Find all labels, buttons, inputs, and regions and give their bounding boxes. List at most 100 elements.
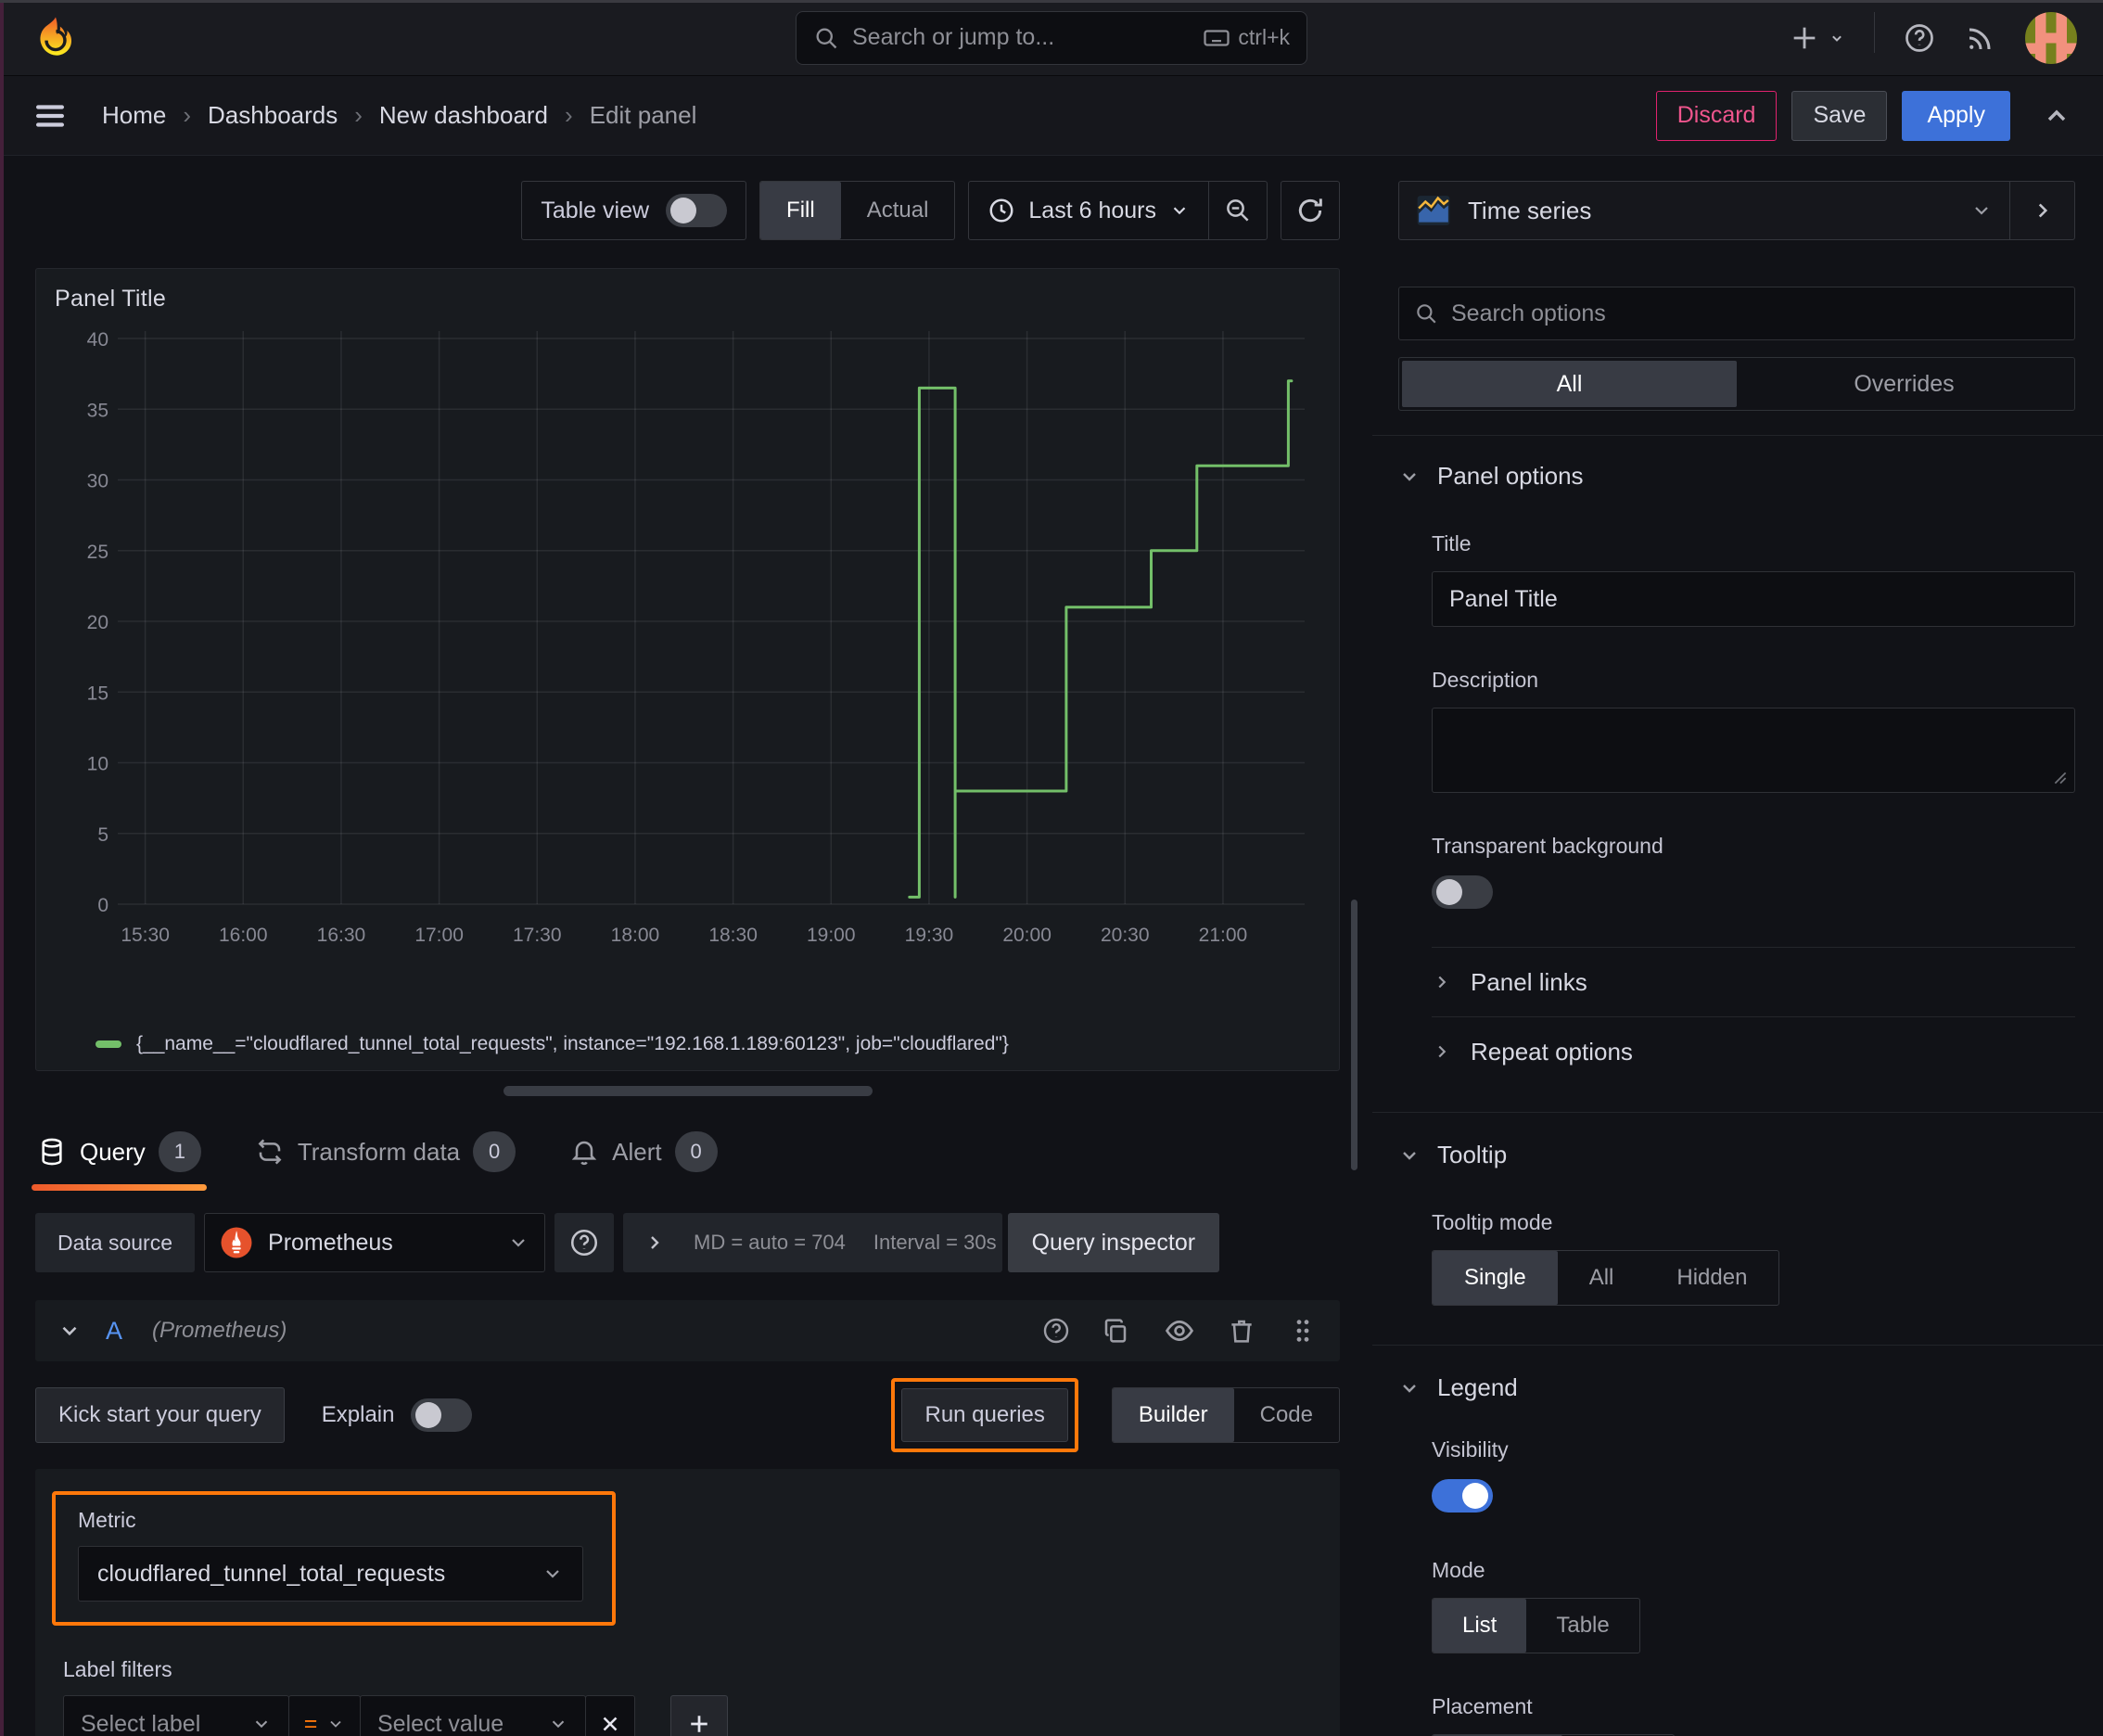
builder-option[interactable]: Builder	[1112, 1388, 1234, 1442]
search-icon	[1414, 301, 1438, 326]
metric-label: Metric	[78, 1508, 136, 1532]
tab-overrides[interactable]: Overrides	[1737, 361, 2071, 407]
query-row-header[interactable]: A (Prometheus)	[35, 1300, 1340, 1361]
svg-text:10: 10	[87, 754, 108, 775]
select-label-placeholder: Select label	[81, 1710, 201, 1736]
datasource-picker[interactable]: Prometheus	[204, 1213, 546, 1272]
news-icon[interactable]	[1964, 21, 1997, 55]
window-edge-top	[0, 0, 2103, 3]
tooltip-header[interactable]: Tooltip	[1398, 1141, 2075, 1169]
options-search-input[interactable]	[1451, 300, 2059, 327]
legend-table-option[interactable]: Table	[1526, 1599, 1638, 1653]
svg-text:20:00: 20:00	[1002, 925, 1052, 946]
chevron-down-icon	[251, 1714, 272, 1734]
svg-text:16:30: 16:30	[317, 925, 366, 946]
legend-series-marker[interactable]	[96, 1040, 121, 1048]
chevron-right-icon	[1432, 1041, 1452, 1062]
legend-header[interactable]: Legend	[1398, 1373, 2075, 1402]
help-icon[interactable]	[1903, 21, 1936, 55]
chevron-down-icon	[1398, 1377, 1421, 1399]
panel-title-input[interactable]	[1449, 585, 2058, 613]
fill-option[interactable]: Fill	[760, 182, 841, 239]
refresh-button[interactable]	[1281, 181, 1340, 240]
query-options-strip[interactable]: MD = auto = 704 Interval = 30s	[623, 1213, 1002, 1272]
time-range-button[interactable]: Last 6 hours	[969, 182, 1208, 239]
panel-links-section[interactable]: Panel links	[1398, 948, 2075, 1016]
svg-text:19:00: 19:00	[807, 925, 856, 946]
actual-option[interactable]: Actual	[841, 182, 955, 239]
time-series-chart[interactable]: 0 5 10 15 20 25 30 35 40 15:30 16:00 16:30 17:00 17:3…	[55, 316, 1322, 1028]
editor-resize-handle[interactable]	[503, 1086, 873, 1096]
hide-query-icon[interactable]	[1164, 1315, 1195, 1347]
legend-visibility-toggle[interactable]	[1432, 1479, 1493, 1513]
panel-options-header[interactable]: Panel options	[1398, 462, 2075, 491]
global-search-input[interactable]	[852, 24, 1191, 51]
tab-transform[interactable]: Transform data 0	[253, 1122, 517, 1181]
breadcrumb-new-dashboard[interactable]: New dashboard	[379, 101, 548, 130]
chevron-down-icon	[542, 1563, 564, 1585]
options-tabs: All Overrides	[1398, 357, 2075, 411]
explain-toggle[interactable]	[411, 1398, 473, 1432]
menu-icon[interactable]	[32, 97, 69, 134]
delete-query-icon[interactable]	[1227, 1316, 1256, 1346]
viz-type-button[interactable]: Time series	[1399, 182, 2009, 239]
kick-start-button[interactable]: Kick start your query	[35, 1387, 285, 1443]
breadcrumb-home[interactable]: Home	[102, 101, 166, 130]
clock-icon	[988, 197, 1015, 224]
tab-transform-label: Transform data	[297, 1137, 461, 1166]
description-textarea[interactable]	[1432, 708, 2075, 793]
tooltip-all-option[interactable]: All	[1558, 1251, 1646, 1305]
tab-query[interactable]: Query 1	[32, 1122, 207, 1191]
run-queries-button[interactable]: Run queries	[901, 1388, 1068, 1442]
query-help-icon[interactable]	[1041, 1316, 1071, 1346]
table-view-toggle[interactable]	[666, 194, 728, 227]
discard-button[interactable]: Discard	[1655, 90, 1778, 141]
apply-button[interactable]: Apply	[1902, 90, 2010, 141]
search-icon	[813, 25, 839, 51]
legend-list-option[interactable]: List	[1433, 1599, 1527, 1653]
datasource-help-button[interactable]	[554, 1213, 615, 1272]
visibility-label: Visibility	[1432, 1437, 1509, 1462]
scrollbar-thumb[interactable]	[1351, 900, 1357, 1170]
select-label-dropdown[interactable]: Select label	[63, 1695, 289, 1736]
add-new-button[interactable]	[1789, 22, 1846, 54]
search-shortcut: ctrl+k	[1203, 24, 1290, 52]
select-value-dropdown[interactable]: Select value	[360, 1695, 586, 1736]
visualization-picker: Time series	[1398, 181, 2075, 240]
tooltip-heading: Tooltip	[1437, 1141, 1508, 1168]
metric-select[interactable]: cloudflared_tunnel_total_requests	[78, 1546, 583, 1602]
collapse-up-icon[interactable]	[2042, 101, 2071, 131]
tooltip-single-option[interactable]: Single	[1433, 1251, 1558, 1305]
resize-grip-icon[interactable]	[2052, 770, 2069, 786]
collapse-options-button[interactable]	[2009, 182, 2074, 239]
operator-dropdown[interactable]: =	[288, 1695, 361, 1736]
zoom-out-button[interactable]	[1209, 182, 1267, 239]
transparent-background-toggle[interactable]	[1432, 875, 1493, 909]
drag-handle-icon[interactable]	[1288, 1316, 1318, 1346]
global-search[interactable]: ctrl+k	[796, 10, 1307, 65]
svg-text:0: 0	[97, 895, 108, 916]
chevron-down-icon	[1169, 200, 1190, 221]
tab-all[interactable]: All	[1402, 361, 1737, 407]
options-search[interactable]	[1398, 287, 2075, 340]
options-sidebar: Time series All	[1372, 156, 2103, 1736]
tooltip-mode-segmented: Single All Hidden	[1432, 1250, 1780, 1306]
viz-type-label: Time series	[1468, 196, 1592, 224]
duplicate-query-icon[interactable]	[1102, 1316, 1132, 1346]
select-value-placeholder: Select value	[377, 1710, 504, 1736]
remove-filter-button[interactable]	[585, 1695, 635, 1736]
breadcrumb-dashboards[interactable]: Dashboards	[208, 101, 338, 130]
breadcrumb-bar: Home › Dashboards › New dashboard › Edit…	[0, 76, 2103, 156]
repeat-options-section[interactable]: Repeat options	[1398, 1017, 2075, 1086]
tooltip-hidden-option[interactable]: Hidden	[1645, 1251, 1778, 1305]
save-button[interactable]: Save	[1791, 90, 1888, 141]
grafana-logo-icon[interactable]	[32, 14, 80, 62]
svg-text:15:30: 15:30	[121, 925, 170, 946]
legend-series-label[interactable]: {__name__="cloudflared_tunnel_total_requ…	[136, 1033, 1009, 1055]
tab-alert[interactable]: Alert 0	[567, 1122, 719, 1181]
code-option[interactable]: Code	[1234, 1388, 1339, 1442]
avatar[interactable]	[2025, 11, 2077, 64]
query-inspector-button[interactable]: Query inspector	[1007, 1213, 1220, 1272]
add-filter-button[interactable]	[670, 1695, 728, 1736]
chevron-down-icon[interactable]	[57, 1319, 82, 1343]
